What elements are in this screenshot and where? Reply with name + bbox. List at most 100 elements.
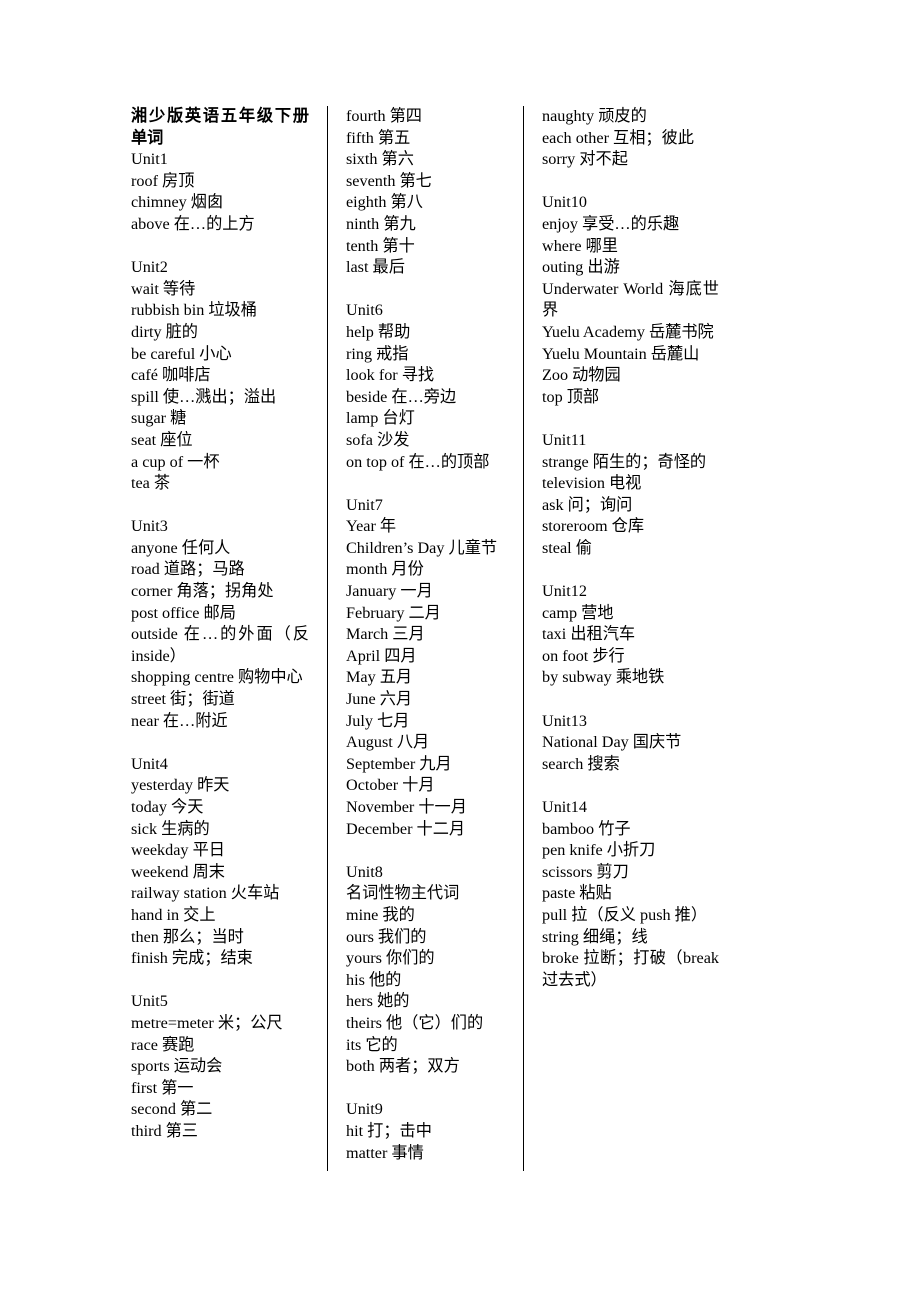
column-1: 湘少版英语五年级下册单词 Unit1 roof 房顶 chimney 烟囱 above … (131, 106, 327, 1143)
vocabulary-entry: sick 生病的 (131, 819, 210, 838)
vocabulary-entry: shopping centre 购物中心 (131, 668, 303, 687)
vocabulary-entry: near 在…附近 (131, 711, 228, 730)
vocabulary-entry: September 九月 (346, 754, 452, 773)
vocabulary-entry: on top of 在…的顶部 (346, 452, 490, 471)
vocabulary-entry: look for 寻找 (346, 366, 435, 385)
vocabulary-entry: where 哪里 (542, 236, 618, 255)
vocabulary-entry: ring 戒指 (346, 344, 409, 363)
vocabulary-entry: each other 互相；彼此 (542, 128, 694, 147)
unit-heading: Unit8 (346, 862, 383, 881)
vocabulary-entry: March 三月 (346, 625, 425, 644)
vocabulary-entry: eighth 第八 (346, 193, 423, 212)
vocabulary-entry: storeroom 仓库 (542, 517, 645, 536)
vocabulary-entry: sixth 第六 (346, 150, 414, 169)
vocabulary-entry: his 他的 (346, 970, 402, 989)
vocabulary-entry: November 十一月 (346, 798, 467, 816)
vocabulary-entry: Children’s Day 儿童节 (346, 538, 498, 557)
unit-heading: Unit7 (346, 495, 383, 514)
vocabulary-entry: taxi 出租汽车 (542, 625, 636, 644)
unit-heading: Unit3 (131, 517, 168, 536)
vocabulary-entry: outside 在…的外面（反 inside） (131, 625, 309, 665)
vocabulary-entry: sorry 对不起 (542, 150, 628, 169)
vocabulary-entry: strange 陌生的；奇怪的 (542, 452, 707, 471)
vocabulary-entry: last 最后 (346, 258, 405, 277)
vocabulary-entry: Yuelu Mountain 岳麓山 (542, 344, 700, 363)
vocabulary-entry: railway station 火车站 (131, 884, 280, 903)
unit-heading: Unit4 (131, 754, 168, 773)
unit-heading: Unit1 (131, 150, 168, 169)
vocabulary-entry: weekday 平日 (131, 841, 225, 860)
vocabulary-entry: theirs 他（它）们的 (346, 1013, 484, 1032)
vocabulary-entry: National Day 国庆节 (542, 733, 682, 752)
vocabulary-entry: metre=meter 米；公尺 (131, 1013, 283, 1032)
vocabulary-entry: today 今天 (131, 798, 204, 816)
vocabulary-entry: ninth 第九 (346, 214, 416, 233)
unit-heading: Unit10 (542, 193, 587, 212)
vocabulary-entry: tea 茶 (131, 474, 171, 493)
vocabulary-entry: pen knife 小折刀 (542, 841, 656, 860)
vocabulary-entry: wait 等待 (131, 279, 196, 298)
vocabulary-entry: its 它的 (346, 1035, 398, 1054)
vocabulary-entry: mine 我的 (346, 905, 415, 924)
document-page: 湘少版英语五年级下册单词 Unit1 roof 房顶 chimney 烟囱 above … (0, 0, 920, 1302)
unit-heading: Unit6 (346, 301, 383, 320)
vocabulary-entry: scissors 剪刀 (542, 862, 629, 881)
vocabulary-entry: pull 拉（反义 push 推） (542, 905, 708, 924)
vocabulary-entry: rubbish bin 垃圾桶 (131, 301, 257, 320)
vocabulary-entry: corner 角落；拐角处 (131, 582, 274, 601)
vocabulary-entry: January 一月 (346, 582, 433, 601)
vocabulary-entry: hand in 交上 (131, 905, 216, 924)
unit-heading: Unit9 (346, 1100, 383, 1119)
vocabulary-entry: outing 出游 (542, 258, 620, 277)
vocabulary-entry: finish 完成；结束 (131, 949, 253, 968)
vocabulary-entry: hit 打；击中 (346, 1121, 432, 1140)
vocabulary-entry: roof 房顶 (131, 171, 195, 190)
column-3: naughty 顽皮的 each other 互相；彼此 sorry 对不起 Unit… (523, 106, 719, 1171)
vocabulary-entry: May 五月 (346, 668, 413, 687)
column-2: fourth 第四 fifth 第五 sixth 第六 seventh 第七 eight… (327, 106, 523, 1171)
vocabulary-entry: Underwater World 海底世界 (542, 279, 719, 320)
vocabulary-entry: string 细绳；线 (542, 927, 648, 946)
vocabulary-entry: on foot 步行 (542, 646, 625, 665)
vocabulary-entry: sports 运动会 (131, 1057, 223, 1076)
vocabulary-entry: camp 营地 (542, 603, 614, 622)
vocabulary-entry: ours 我们的 (346, 927, 427, 946)
vocabulary-entry: spill 使…溅出；溢出 (131, 387, 277, 406)
vocabulary-entry: search 搜索 (542, 754, 620, 773)
vocabulary-entry: weekend 周末 (131, 862, 225, 881)
vocabulary-entry: December 十二月 (346, 819, 466, 838)
vocabulary-entry: fourth 第四 (346, 107, 422, 125)
vocabulary-entry: enjoy 享受…的乐趣 (542, 214, 680, 233)
vocabulary-entry: yesterday 昨天 (131, 776, 230, 795)
vocabulary-entry: second 第二 (131, 1100, 213, 1119)
vocabulary-entry: be careful 小心 (131, 344, 232, 363)
vocabulary-entry: race 赛跑 (131, 1035, 195, 1054)
vocabulary-entry: matter 事情 (346, 1143, 424, 1162)
vocabulary-entry: steal 偷 (542, 538, 592, 557)
vocabulary-entry: anyone 任何人 (131, 538, 231, 557)
vocabulary-entry: October 十月 (346, 776, 435, 795)
vocabulary-entry: television 电视 (542, 474, 642, 493)
vocabulary-entry: lamp 台灯 (346, 409, 415, 428)
vocabulary-entry: August 八月 (346, 733, 430, 752)
vocabulary-entry: tenth 第十 (346, 236, 415, 255)
vocabulary-entry: beside 在…旁边 (346, 387, 457, 406)
vocabulary-entry: broke 拉断；打破（break 过去式） (542, 949, 719, 989)
vocabulary-entry: then 那么；当时 (131, 927, 244, 946)
vocabulary-entry: Zoo 动物园 (542, 366, 621, 385)
vocabulary-entry: paste 粘贴 (542, 884, 612, 903)
vocabulary-entry: Yuelu Academy 岳麓书院 (542, 322, 714, 341)
vocabulary-entry: ask 问；询问 (542, 495, 633, 514)
vocabulary-entry: a cup of 一杯 (131, 452, 220, 471)
vocabulary-entry: café 咖啡店 (131, 366, 211, 385)
